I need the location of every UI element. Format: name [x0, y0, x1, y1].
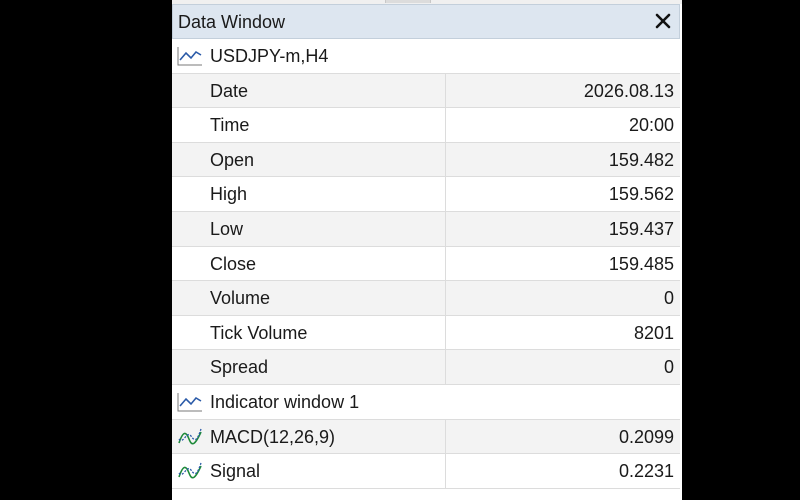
field-row-close[interactable]: Close 159.485 — [172, 246, 680, 282]
field-value: 159.437 — [608, 218, 674, 239]
field-value: 159.482 — [608, 149, 674, 170]
column-divider — [445, 211, 446, 246]
field-row-high[interactable]: High 159.562 — [172, 177, 680, 212]
splitter-handle[interactable] — [385, 0, 431, 3]
field-value: 0 — [663, 288, 674, 309]
field-row-open[interactable]: Open 159.482 — [172, 142, 680, 178]
field-label: Time — [210, 115, 250, 136]
field-value: 8201 — [633, 322, 674, 343]
data-rows: USDJPY-m,H4 Date 2026.08.13 Time 20:00 O… — [172, 39, 680, 489]
column-divider — [445, 315, 446, 350]
column-divider — [445, 108, 446, 142]
field-row-spread[interactable]: Spread 0 — [172, 350, 680, 385]
symbol-row[interactable]: USDJPY-m,H4 — [172, 39, 680, 74]
close-icon — [655, 13, 671, 29]
indicator-wave-icon — [178, 462, 202, 479]
column-divider — [445, 454, 446, 488]
column-divider — [445, 350, 446, 384]
field-row-low[interactable]: Low 159.437 — [172, 211, 680, 247]
indicator-value: 0.2231 — [618, 461, 674, 482]
data-window-panel: Data Window USDJPY-m,H4 Date 2026.08.13 … — [172, 0, 682, 500]
symbol-name: USDJPY-m,H4 — [210, 46, 329, 66]
indicator-label: Signal — [210, 461, 261, 482]
field-value: 159.485 — [608, 253, 674, 274]
indicator-window-name: Indicator window 1 — [210, 391, 360, 412]
field-row-date[interactable]: Date 2026.08.13 — [172, 73, 680, 109]
field-label: Low — [210, 218, 244, 239]
field-label: Volume — [210, 288, 271, 309]
field-label: Date — [210, 80, 249, 101]
indicator-value: 0.2099 — [618, 426, 674, 447]
field-value: 2026.08.13 — [583, 80, 674, 101]
field-row-time[interactable]: Time 20:00 — [172, 108, 680, 143]
field-label: Close — [210, 253, 257, 274]
column-divider — [445, 177, 446, 211]
field-label: Open — [210, 149, 255, 170]
window-title: Data Window — [178, 12, 286, 32]
close-button[interactable] — [651, 9, 675, 33]
column-divider — [445, 73, 446, 108]
field-label: High — [210, 184, 248, 205]
field-value: 159.562 — [608, 184, 674, 205]
column-divider — [445, 419, 446, 454]
data-window-titlebar: Data Window — [172, 4, 680, 39]
indicator-window-row[interactable]: Indicator window 1 — [172, 385, 680, 420]
field-row-tick-volume[interactable]: Tick Volume 8201 — [172, 315, 680, 351]
indicator-wave-icon — [178, 428, 202, 445]
field-label: Spread — [210, 357, 269, 378]
line-chart-icon — [177, 392, 202, 412]
field-row-volume[interactable]: Volume 0 — [172, 281, 680, 316]
column-divider — [445, 246, 446, 281]
field-value: 20:00 — [628, 115, 674, 136]
line-chart-icon — [177, 47, 202, 66]
column-divider — [445, 281, 446, 315]
field-label: Tick Volume — [210, 322, 308, 343]
indicator-label: MACD(12,26,9) — [210, 426, 336, 447]
indicator-row-macd[interactable]: MACD(12,26,9) 0.2099 — [172, 419, 680, 455]
field-value: 0 — [663, 357, 674, 378]
column-divider — [445, 142, 446, 177]
indicator-row-signal[interactable]: Signal 0.2231 — [172, 454, 680, 489]
